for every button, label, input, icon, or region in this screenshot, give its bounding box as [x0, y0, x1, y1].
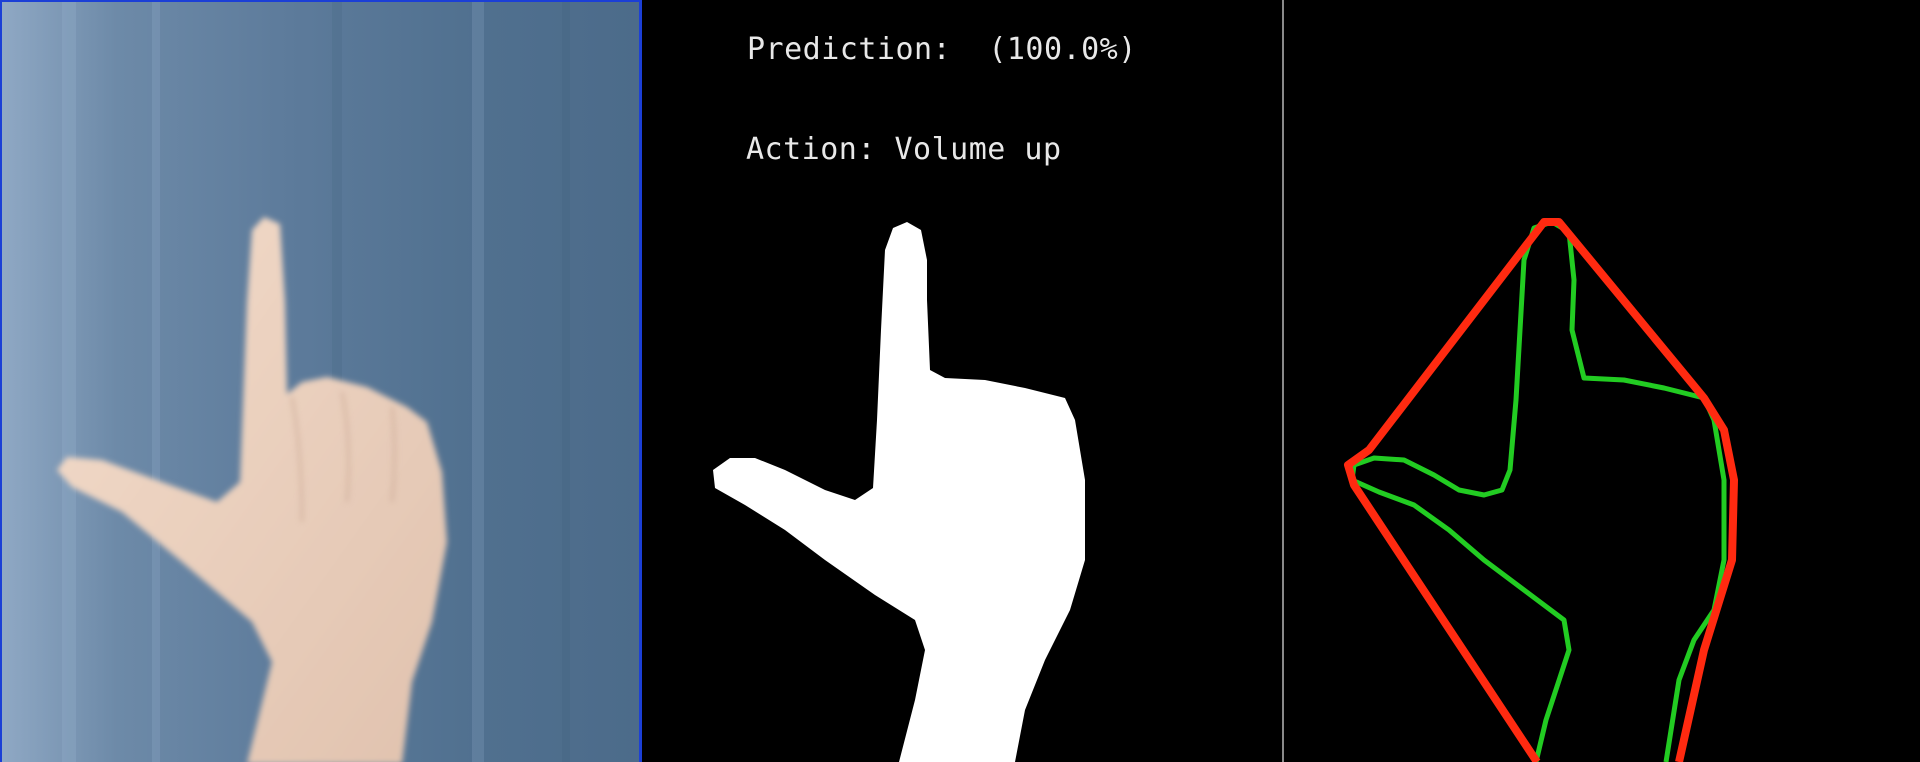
contour-hull-panel	[1284, 0, 1920, 762]
hand-contour	[1349, 219, 1727, 762]
hand-contour-drawing	[1344, 218, 1738, 762]
binary-mask-panel: Prediction: (100.0%) Action: Volume up	[645, 0, 1282, 762]
hand-photo	[57, 2, 570, 762]
convex-hull	[1344, 218, 1738, 762]
hand-mask-silhouette	[713, 222, 1085, 762]
camera-feed-panel	[0, 0, 642, 762]
